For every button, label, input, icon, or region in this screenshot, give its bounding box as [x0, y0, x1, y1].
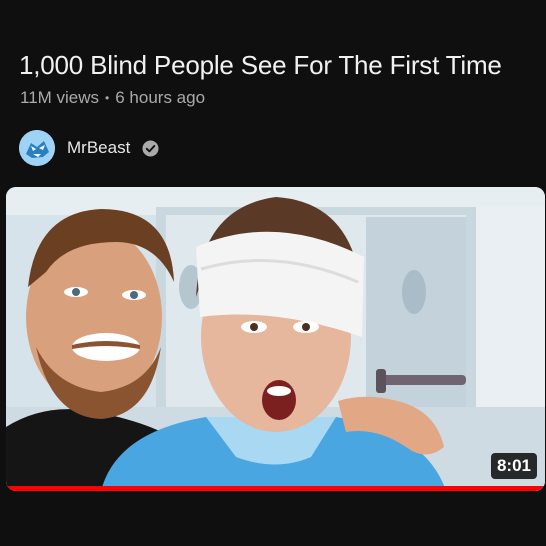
video-title[interactable]: 1,000 Blind People See For The First Tim…: [19, 50, 502, 81]
meta-separator: •: [105, 91, 110, 105]
verified-check-icon: [142, 139, 159, 157]
video-thumbnail[interactable]: 8:01: [6, 187, 545, 491]
channel-avatar-icon[interactable]: [19, 130, 55, 166]
channel-link[interactable]: MrBeast: [19, 130, 159, 166]
view-count: 11M views: [20, 88, 100, 107]
duration-badge: 8:01: [490, 453, 537, 479]
upload-age: 6 hours ago: [115, 88, 206, 107]
thumbnail-image: [6, 187, 545, 491]
video-meta: 11M views • 6 hours ago: [20, 88, 205, 108]
watch-progress-bar: [6, 486, 545, 491]
channel-name[interactable]: MrBeast: [67, 138, 130, 158]
